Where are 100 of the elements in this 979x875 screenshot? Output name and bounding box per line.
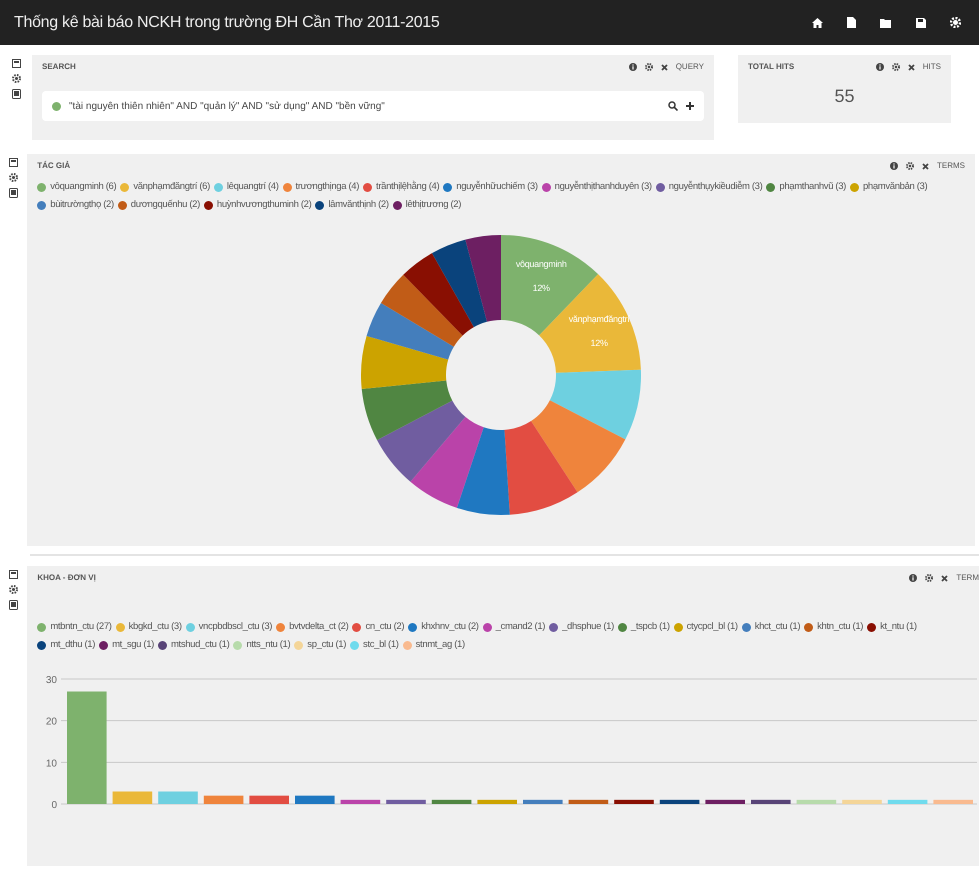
legend-label[interactable]: khxhnv_ctu (2) (421, 620, 479, 634)
settings-icon[interactable] (906, 162, 914, 170)
legend-label[interactable]: dươngquếnhu (2) (130, 198, 200, 212)
legend-label[interactable]: khtn_ctu (1) (817, 620, 864, 634)
bar[interactable] (432, 799, 472, 804)
axis-tick-label: 30 (46, 674, 58, 686)
legend-label[interactable]: lâmvănthịnh (2) (328, 198, 389, 212)
legend-label[interactable]: huỳnhvươngthuminh (2) (216, 198, 312, 212)
dashboard-title: Thống kê bài báo NCKH trong trường ĐH Cần Thơ 2011-2015 (14, 12, 440, 32)
save-icon[interactable] (9, 158, 18, 167)
panel-type-link[interactable]: TERMS (937, 160, 965, 172)
bar[interactable] (706, 799, 746, 804)
hits-count: 55 (834, 86, 855, 106)
pie-slice[interactable] (432, 239, 488, 327)
legend-label[interactable]: nguyễnthịthanhduyên (3) (554, 180, 652, 194)
legend-label[interactable]: mtbntn_ctu (27) (50, 620, 112, 634)
pie-slice[interactable] (362, 380, 452, 440)
legend-label[interactable]: stc_bl (1) (363, 638, 399, 652)
axis-tick-label: 0 (52, 800, 58, 810)
legend-label[interactable]: nguyễnthụykiềudiễm (3) (668, 180, 762, 194)
legend-label[interactable]: mtshud_ctu (1) (170, 638, 230, 652)
slice-label: vôquangminh (516, 258, 567, 269)
query-color-dot[interactable] (52, 102, 61, 110)
legend-label[interactable]: vănphạmđăngtrí (6) (133, 180, 210, 194)
home-icon[interactable] (812, 18, 823, 28)
legend-label[interactable]: trầnthịlệhằng (4) (376, 180, 440, 194)
legend-label[interactable]: bùitrườngthọ (2) (50, 198, 114, 212)
legend-label[interactable]: vôquangminh (6) (50, 180, 116, 194)
pie-slice[interactable] (504, 420, 578, 514)
legend-label[interactable]: khct_ctu (1) (754, 620, 800, 634)
close-icon[interactable] (922, 162, 929, 170)
settings-icon[interactable] (12, 74, 20, 83)
info-icon[interactable] (876, 63, 884, 71)
save-icon[interactable] (916, 18, 926, 28)
search-icon[interactable] (668, 101, 678, 111)
pie-slice[interactable] (410, 416, 484, 508)
panel-title: KHOA - ĐƠN VỊ (37, 572, 96, 584)
legend-label[interactable]: kbgkd_ctu (3) (128, 620, 182, 634)
new-file-icon[interactable] (847, 17, 856, 28)
tablet-icon[interactable] (9, 188, 18, 198)
legend-label[interactable]: stnmt_ag (1) (416, 638, 465, 652)
bar[interactable] (386, 799, 426, 804)
bar[interactable] (751, 799, 791, 804)
close-icon[interactable] (941, 574, 948, 582)
tablet-icon[interactable] (9, 600, 18, 610)
axis-tick-label: 20 (46, 716, 58, 728)
query-field[interactable]: "tài nguyên thiên nhiên" AND "quản lý" AND "sử dụng" AND "bền vững" (42, 91, 704, 121)
legend-label[interactable]: lêquangtrí (4) (226, 180, 279, 194)
legend-label[interactable]: _cmand2 (1) (496, 620, 546, 634)
bar[interactable] (660, 799, 700, 804)
pie-slice[interactable] (403, 252, 474, 336)
info-icon[interactable] (890, 162, 898, 170)
panel-type-link[interactable]: TERM (956, 572, 979, 584)
legend-label[interactable]: vncpbdbscl_ctu (3) (198, 620, 272, 634)
pie-slice[interactable] (457, 426, 510, 514)
legend-label[interactable]: _tspcb (1) (630, 620, 670, 634)
legend-label[interactable]: kt_ntu (1) (880, 620, 917, 634)
legend-label[interactable]: trươngthịnga (4) (296, 180, 360, 194)
bar[interactable] (340, 799, 381, 804)
legend-label[interactable]: phạmthanhvũ (3) (779, 180, 846, 194)
close-icon[interactable] (660, 64, 668, 70)
slice-label: 12% (532, 282, 550, 293)
legend-label[interactable]: bvtvdelta_ct (2) (289, 620, 348, 634)
pie-slice[interactable] (361, 335, 448, 389)
settings-icon[interactable] (644, 63, 653, 71)
legend-label[interactable]: cn_ctu (2) (365, 620, 404, 634)
save-icon[interactable] (9, 570, 18, 579)
pie-slice[interactable] (465, 234, 502, 322)
legend-label[interactable]: nguyễnhữuchiếm (3) (456, 180, 538, 194)
panel-type-link[interactable]: QUERY (676, 61, 704, 73)
panel-title: TÁC GIẢ (37, 160, 70, 172)
legend-label[interactable]: mt_sgu (1) (112, 638, 154, 652)
slice-label: vănphạmđăngtrí (568, 313, 630, 324)
bar[interactable] (295, 795, 335, 804)
legend-label[interactable]: ctycpcl_bl (1) (686, 620, 738, 634)
settings-icon[interactable] (892, 63, 900, 71)
plus-icon[interactable] (686, 102, 694, 110)
pie-slice[interactable] (381, 274, 463, 346)
settings-icon[interactable] (9, 173, 18, 182)
tablet-icon[interactable] (12, 89, 20, 99)
info-icon[interactable] (628, 63, 637, 71)
folder-icon[interactable] (880, 18, 892, 28)
info-icon[interactable] (909, 574, 918, 582)
close-icon[interactable] (908, 64, 915, 70)
panel-type-link[interactable]: HITS (922, 61, 941, 73)
legend-label[interactable]: mt_dthu (1) (50, 638, 96, 652)
slice-label: 12% (590, 337, 608, 348)
pie-slice[interactable] (366, 302, 454, 360)
legend-label[interactable]: phạmvănbản (3) (863, 180, 928, 194)
axis-tick-label: 10 (46, 758, 58, 769)
legend-label[interactable]: lêthịtrương (2) (406, 198, 462, 212)
legend-label[interactable]: ntts_ntu (1) (246, 638, 290, 652)
bar[interactable] (568, 799, 609, 804)
bar[interactable] (614, 799, 654, 804)
legend-label[interactable]: sp_ctu (1) (307, 638, 346, 652)
settings-icon[interactable] (9, 585, 18, 594)
save-icon[interactable] (12, 59, 20, 68)
legend-label[interactable]: _dhsphue (1) (562, 620, 614, 634)
settings-icon[interactable] (925, 574, 934, 582)
pie-slice[interactable] (377, 400, 466, 482)
